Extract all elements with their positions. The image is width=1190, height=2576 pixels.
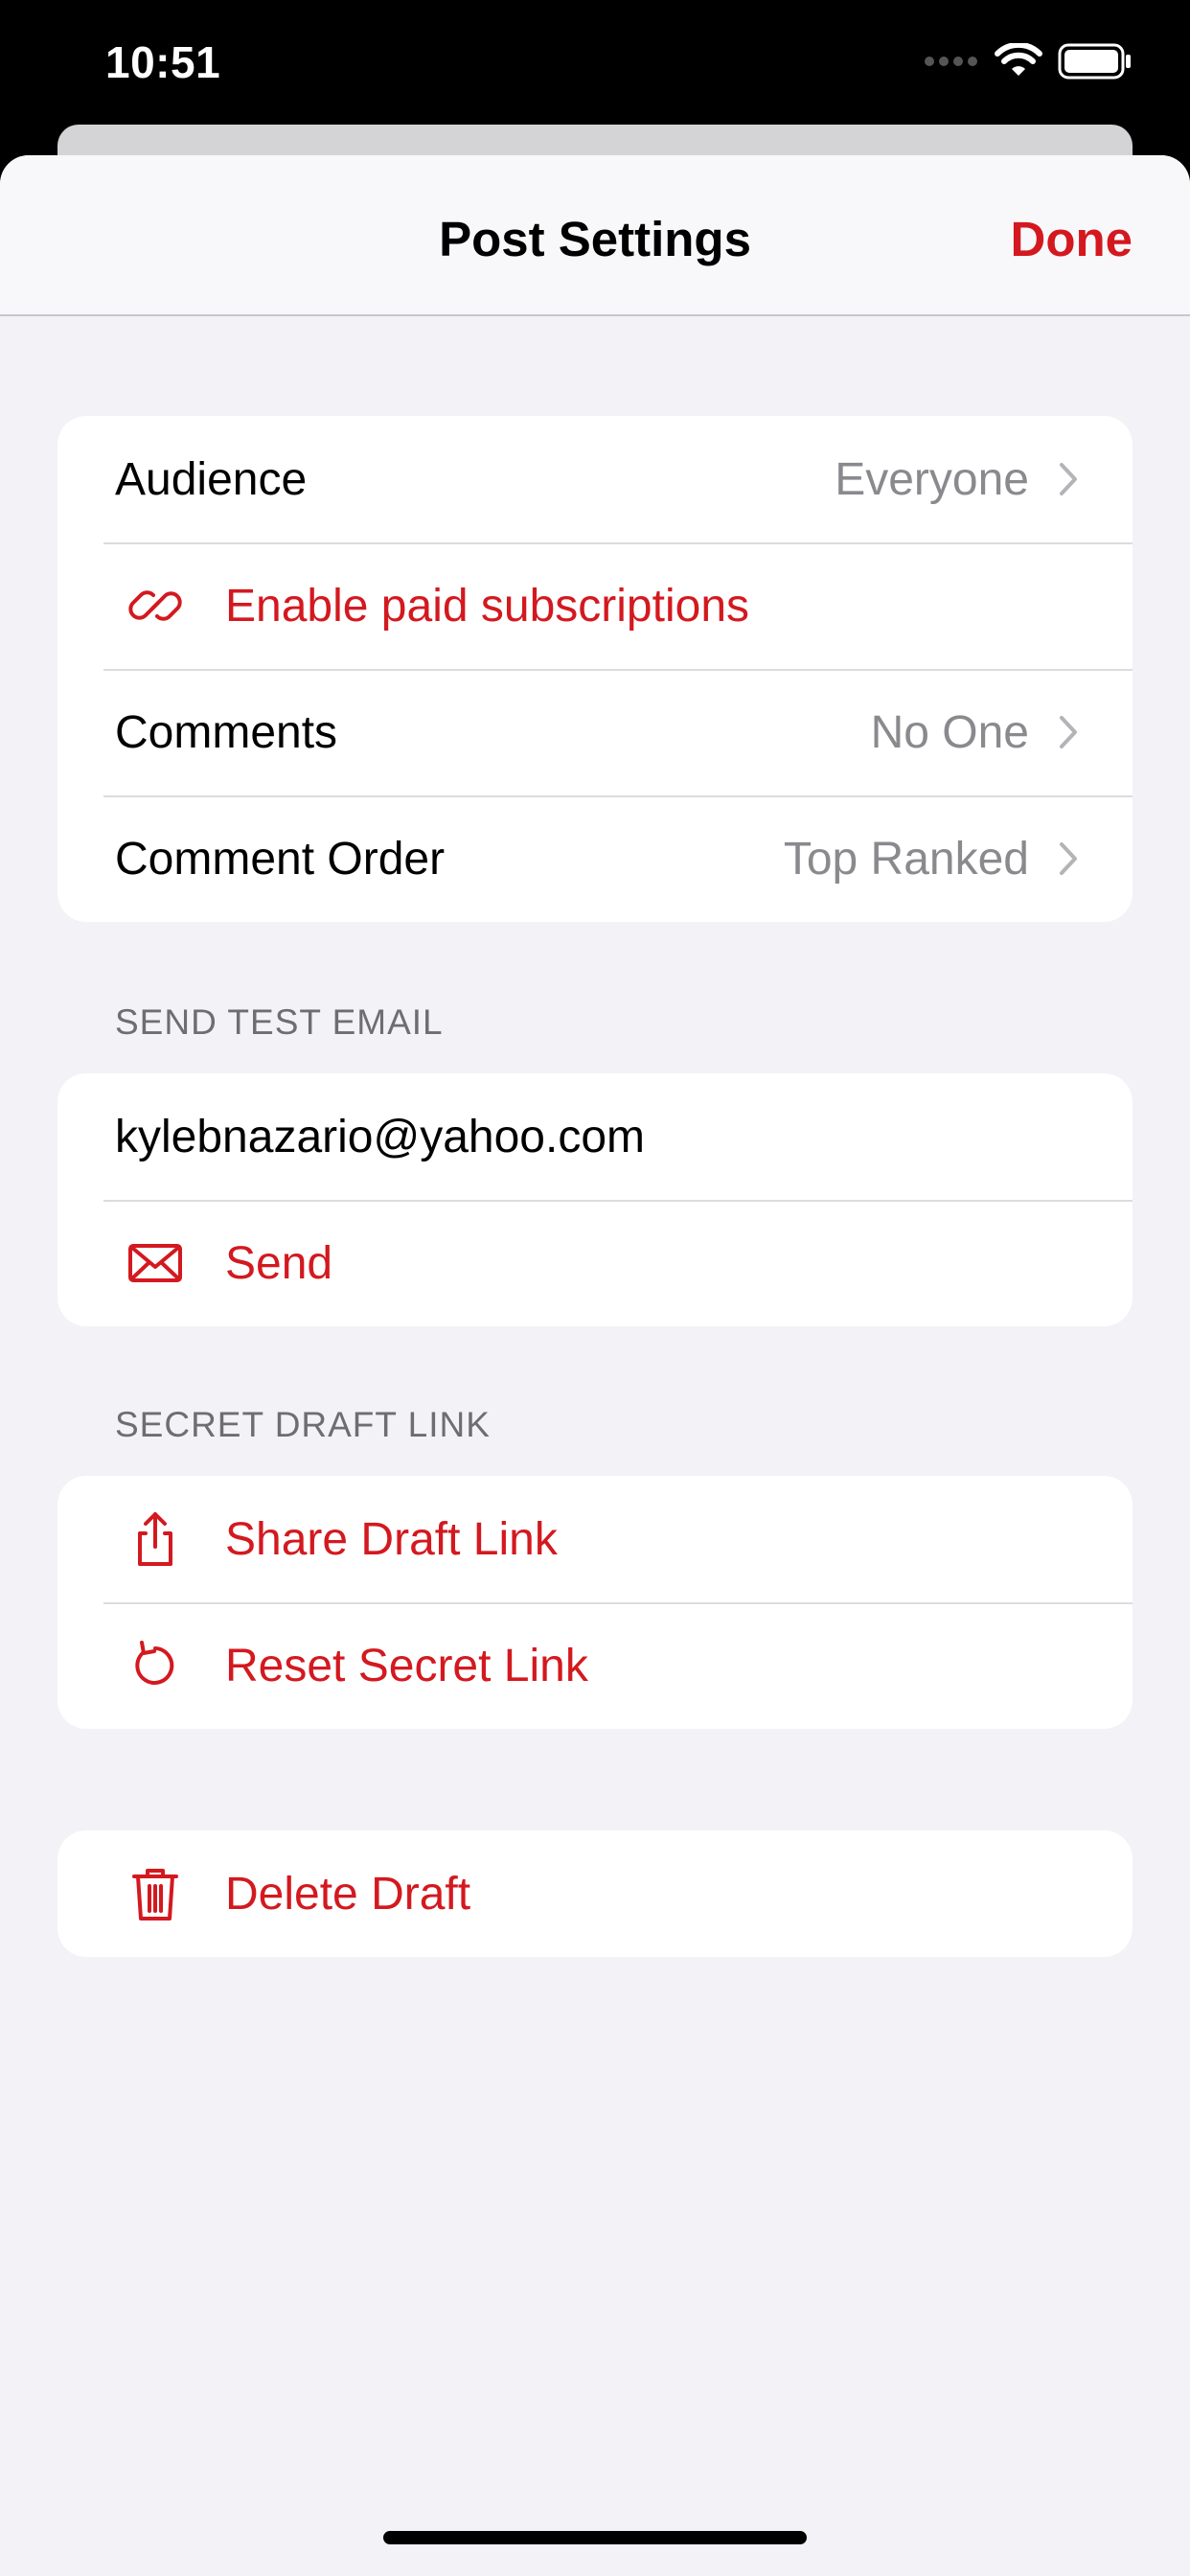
- status-icons: [924, 42, 1133, 80]
- test-email-row[interactable]: [57, 1073, 1133, 1200]
- chevron-right-icon: [1060, 463, 1077, 495]
- comments-label: Comments: [115, 706, 338, 758]
- reset-icon: [126, 1637, 184, 1694]
- status-time: 10:51: [105, 37, 221, 87]
- share-draft-link-label: Share Draft Link: [225, 1513, 558, 1565]
- share-icon: [126, 1510, 184, 1568]
- reset-secret-link-label: Reset Secret Link: [225, 1640, 588, 1691]
- test-email-group: Send: [57, 1073, 1133, 1326]
- share-draft-link-row[interactable]: Share Draft Link: [57, 1476, 1133, 1602]
- post-settings-sheet: Post Settings Done Audience Everyone Ena…: [0, 155, 1190, 2576]
- comment-order-row[interactable]: Comment Order Top Ranked: [57, 795, 1133, 922]
- delete-draft-row[interactable]: Delete Draft: [57, 1830, 1133, 1957]
- chevron-right-icon: [1060, 842, 1077, 875]
- test-email-input[interactable]: [115, 1110, 1079, 1163]
- draft-link-group: Share Draft Link Reset Secret Link: [57, 1476, 1133, 1729]
- send-label: Send: [225, 1237, 333, 1289]
- audience-value: Everyone: [835, 453, 1029, 505]
- done-button[interactable]: Done: [1011, 211, 1133, 267]
- battery-icon: [1058, 43, 1131, 80]
- enable-paid-subscriptions-label: Enable paid subscriptions: [225, 580, 750, 632]
- delete-group: Delete Draft: [57, 1830, 1133, 1957]
- reset-secret-link-row[interactable]: Reset Secret Link: [57, 1602, 1133, 1729]
- navigation-bar: Post Settings Done: [0, 155, 1190, 316]
- secret-draft-link-header: SECRET DRAFT LINK: [115, 1405, 491, 1444]
- comment-order-label: Comment Order: [115, 833, 446, 885]
- signal-dots-icon: [925, 57, 977, 66]
- audience-row[interactable]: Audience Everyone: [57, 416, 1133, 542]
- comments-value: No One: [870, 706, 1029, 758]
- trash-icon: [126, 1865, 184, 1922]
- comments-row[interactable]: Comments No One: [57, 669, 1133, 795]
- send-row[interactable]: Send: [57, 1200, 1133, 1326]
- send-test-email-header: SEND TEST EMAIL: [115, 1002, 444, 1042]
- enable-paid-subscriptions-row[interactable]: Enable paid subscriptions: [57, 542, 1133, 669]
- comment-order-value: Top Ranked: [783, 833, 1029, 885]
- audience-label: Audience: [115, 453, 308, 505]
- chevron-right-icon: [1060, 716, 1077, 748]
- delete-draft-label: Delete Draft: [225, 1868, 471, 1920]
- status-bar: 10:51: [0, 0, 1190, 134]
- envelope-icon: [126, 1234, 184, 1292]
- wifi-icon: [995, 43, 1042, 76]
- home-indicator: [383, 2531, 807, 2544]
- settings-group: Audience Everyone Enable paid subscripti…: [57, 416, 1133, 922]
- link-icon: [126, 577, 184, 634]
